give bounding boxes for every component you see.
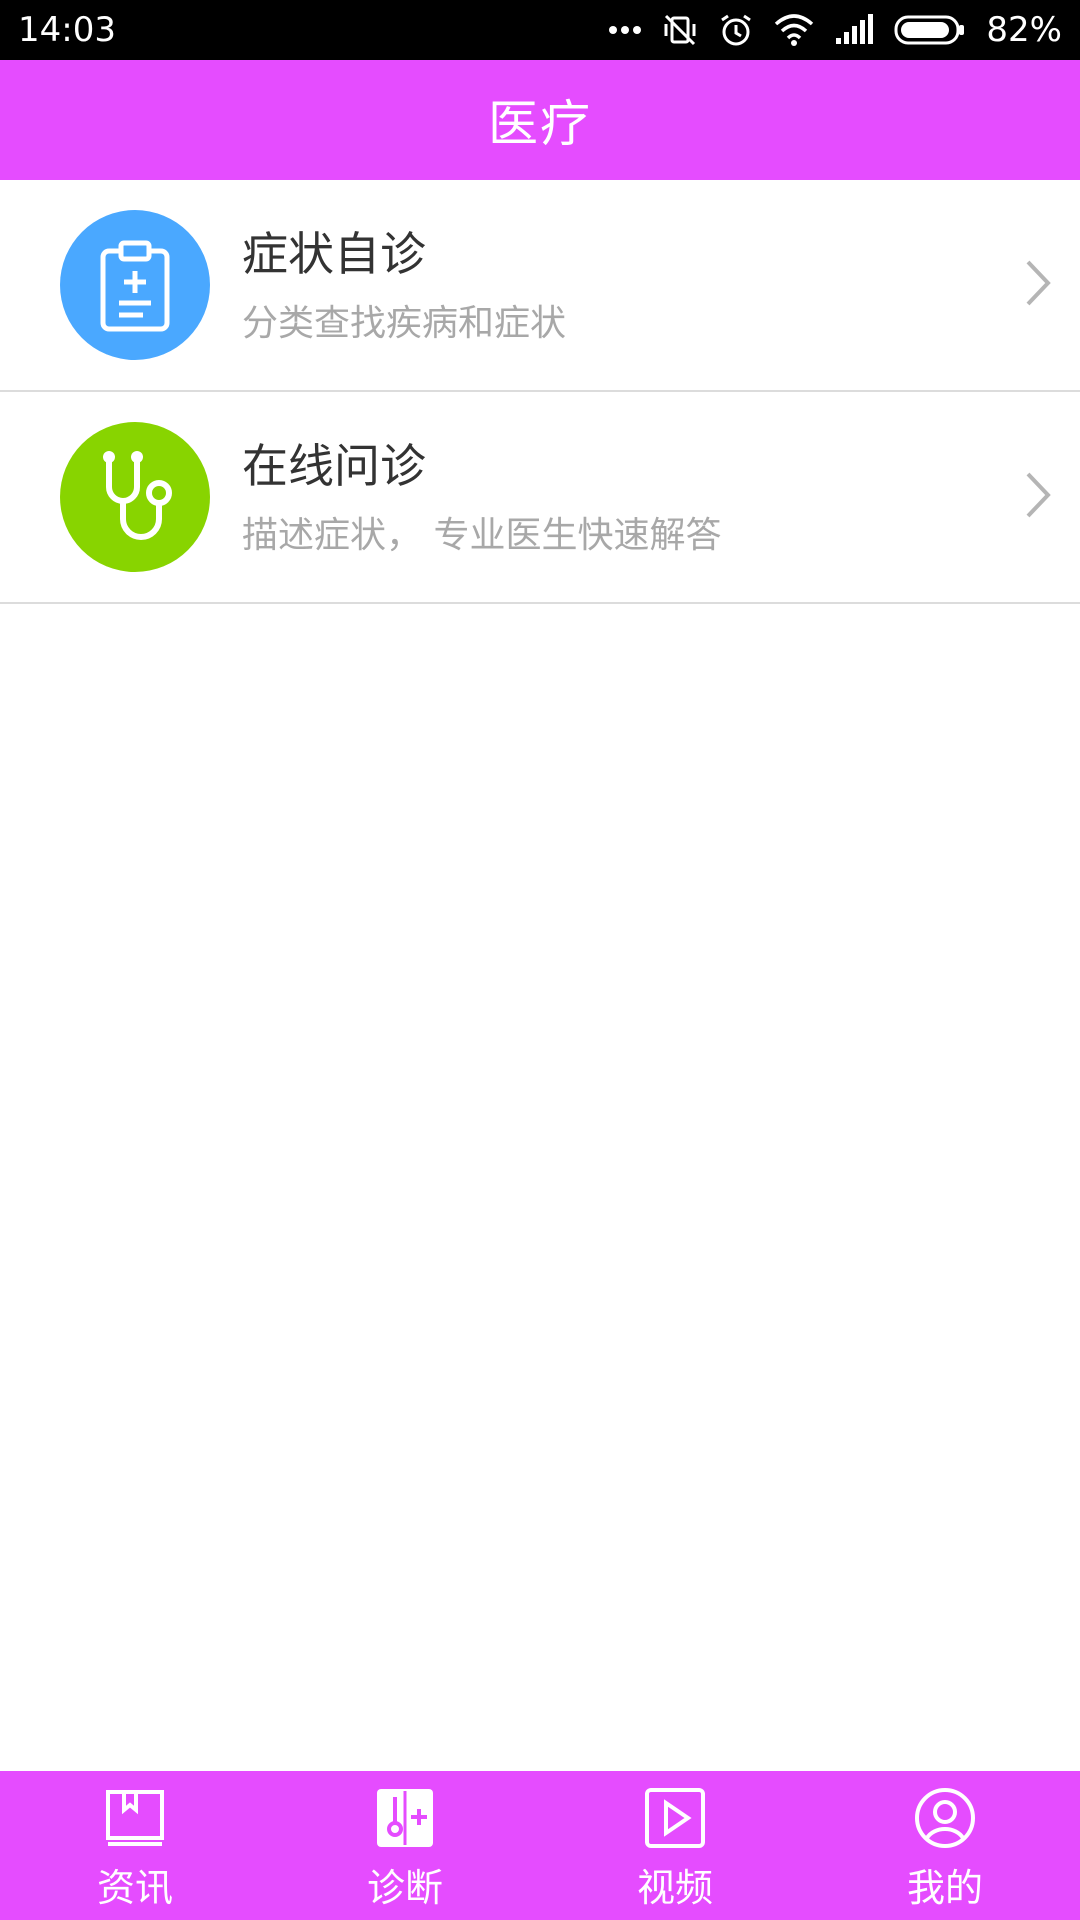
battery-percent: 82% <box>986 10 1062 50</box>
chevron-right-icon <box>1026 260 1051 306</box>
diagnosis-icon <box>375 1785 435 1851</box>
alarm-icon <box>721 14 752 46</box>
status-bar: 14:03 82% <box>0 0 1080 60</box>
page-title: 医疗 <box>488 95 592 153</box>
list-item-title: 症状自诊 <box>242 227 426 281</box>
list-item-subtitle: 分类查找疾病和症状 <box>242 303 567 344</box>
status-time: 14:03 <box>18 10 116 50</box>
tab-label: 资讯 <box>96 1866 173 1910</box>
battery-icon <box>894 15 965 45</box>
list-item-online-consult[interactable]: 在线问诊 描述症状， 专业医生快速解答 <box>0 392 1080 604</box>
tab-profile[interactable]: 我的 <box>810 1771 1080 1920</box>
bottom-tab-bar: 资讯 诊断 视频 我的 <box>0 1771 1080 1920</box>
list-item-title: 在线问诊 <box>242 439 426 493</box>
tab-label: 我的 <box>906 1866 983 1910</box>
more-dots-icon <box>609 26 642 34</box>
user-icon <box>913 1785 977 1851</box>
chevron-right-icon <box>1026 472 1051 518</box>
tab-label: 诊断 <box>366 1866 443 1910</box>
tab-news[interactable]: 资讯 <box>0 1771 270 1920</box>
menu-list: 症状自诊 分类查找疾病和症状 在线问诊 描述症状， 专业医生快速解答 <box>0 180 1080 604</box>
app-header: 医疗 <box>0 60 1080 180</box>
tab-diagnosis[interactable]: 诊断 <box>270 1771 540 1920</box>
book-icon <box>104 1785 166 1851</box>
stethoscope-icon <box>60 422 210 572</box>
list-item-symptom-check[interactable]: 症状自诊 分类查找疾病和症状 <box>0 180 1080 392</box>
clipboard-plus-icon <box>60 210 210 360</box>
status-icons: 82% <box>608 8 1062 52</box>
wifi-icon <box>775 14 814 46</box>
vibrate-off-icon <box>664 14 696 46</box>
tab-video[interactable]: 视频 <box>540 1771 810 1920</box>
signal-icon <box>836 14 874 44</box>
tab-label: 视频 <box>636 1866 713 1910</box>
play-icon <box>644 1785 706 1851</box>
list-item-subtitle: 描述症状， 专业医生快速解答 <box>242 515 722 556</box>
